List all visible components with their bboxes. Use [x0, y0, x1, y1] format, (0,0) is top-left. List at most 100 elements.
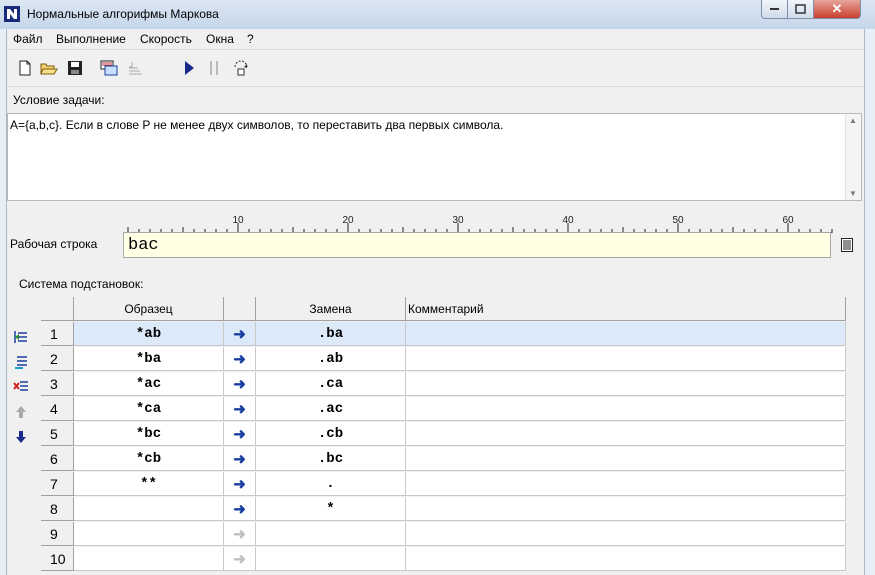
- pattern-cell[interactable]: *ac: [74, 372, 224, 396]
- header-comment[interactable]: Комментарий: [406, 297, 846, 321]
- pattern-cell[interactable]: *cb: [74, 447, 224, 471]
- maximize-button[interactable]: [787, 0, 814, 19]
- ruler-label: 40: [562, 215, 574, 226]
- arrow-cell[interactable]: ➜: [224, 472, 256, 496]
- row-number[interactable]: 1: [41, 322, 74, 346]
- scroll-down-icon[interactable]: ▼: [849, 189, 857, 198]
- pattern-cell[interactable]: **: [74, 472, 224, 496]
- move-down-button[interactable]: [11, 427, 31, 447]
- menu-file[interactable]: Файл: [13, 32, 43, 46]
- comment-cell[interactable]: [406, 397, 846, 421]
- replacement-cell[interactable]: *: [256, 497, 406, 521]
- table-row[interactable]: 8 ➜ *: [41, 497, 846, 522]
- header-replacement[interactable]: Замена: [256, 297, 406, 321]
- comment-cell[interactable]: [406, 322, 846, 346]
- menu-run[interactable]: Выполнение: [56, 32, 126, 46]
- step-icon[interactable]: [232, 59, 250, 77]
- menu-help[interactable]: ?: [247, 32, 254, 46]
- new-file-icon[interactable]: [16, 59, 34, 77]
- row-number[interactable]: 8: [41, 497, 74, 521]
- scroll-up-icon[interactable]: ▲: [849, 116, 857, 125]
- comment-cell[interactable]: [406, 372, 846, 396]
- comment-cell[interactable]: [406, 547, 846, 571]
- document-list-icon[interactable]: [841, 238, 853, 252]
- replacement-cell[interactable]: [256, 547, 406, 571]
- run-icon[interactable]: [180, 59, 198, 77]
- menu-speed[interactable]: Скорость: [140, 32, 192, 46]
- arrow-cell[interactable]: ➜: [224, 322, 256, 346]
- window-title: Нормальные алгорифмы Маркова: [27, 7, 219, 21]
- move-up-button[interactable]: [11, 402, 31, 422]
- comment-cell[interactable]: [406, 472, 846, 496]
- working-string-input[interactable]: bac: [123, 232, 831, 258]
- comment-cell[interactable]: [406, 497, 846, 521]
- arrow-cell[interactable]: ➜: [224, 422, 256, 446]
- replacement-cell[interactable]: .cb: [256, 422, 406, 446]
- pattern-cell[interactable]: [74, 522, 224, 546]
- arrow-cell[interactable]: ➜: [224, 497, 256, 521]
- table-header: Образец Замена Комментарий: [41, 297, 846, 322]
- replacement-cell[interactable]: .bc: [256, 447, 406, 471]
- delete-row-button[interactable]: [11, 377, 31, 397]
- pattern-cell[interactable]: *ab: [74, 322, 224, 346]
- pattern-cell[interactable]: *ca: [74, 397, 224, 421]
- replacement-cell[interactable]: .: [256, 472, 406, 496]
- condition-text[interactable]: A={a,b,c}. Если в слове P не менее двух …: [10, 118, 503, 132]
- row-number[interactable]: 4: [41, 397, 74, 421]
- row-number[interactable]: 9: [41, 522, 74, 546]
- minimize-button[interactable]: [761, 0, 788, 19]
- row-number[interactable]: 7: [41, 472, 74, 496]
- arrow-cell[interactable]: ➜: [224, 347, 256, 371]
- arrow-right-icon: ➜: [233, 500, 246, 518]
- replacement-cell[interactable]: .ab: [256, 347, 406, 371]
- table-row[interactable]: 4 *ca ➜ .ac: [41, 397, 846, 422]
- pause-icon[interactable]: [206, 59, 224, 77]
- condition-textarea[interactable]: A={a,b,c}. Если в слове P не менее двух …: [7, 113, 862, 201]
- replacement-cell[interactable]: .ca: [256, 372, 406, 396]
- arrow-right-icon: ➜: [233, 450, 246, 468]
- arrow-cell[interactable]: ➜: [224, 447, 256, 471]
- table-row[interactable]: 6 *cb ➜ .bc: [41, 447, 846, 472]
- replacement-cell[interactable]: .ac: [256, 397, 406, 421]
- save-icon[interactable]: [66, 59, 84, 77]
- arrow-cell[interactable]: ➜: [224, 397, 256, 421]
- close-button[interactable]: ✕: [813, 0, 861, 19]
- table-row[interactable]: 5 *bc ➜ .cb: [41, 422, 846, 447]
- table-row[interactable]: 7 ** ➜.: [41, 472, 846, 497]
- arrow-cell[interactable]: ➜: [224, 522, 256, 546]
- load-icon[interactable]: [100, 59, 118, 77]
- table-row[interactable]: 3 *ac ➜ .ca: [41, 372, 846, 397]
- arrow-cell[interactable]: ➜: [224, 547, 256, 571]
- row-number[interactable]: 10: [41, 547, 74, 571]
- comment-cell[interactable]: [406, 347, 846, 371]
- menu-windows[interactable]: Окна: [206, 32, 234, 46]
- row-number[interactable]: 2: [41, 347, 74, 371]
- append-row-icon: [15, 356, 27, 369]
- table-row[interactable]: 9 ➜: [41, 522, 846, 547]
- table-row[interactable]: 1 *ab ➜ .ba: [41, 322, 846, 347]
- comment-cell[interactable]: [406, 422, 846, 446]
- comment-cell[interactable]: [406, 447, 846, 471]
- condition-scrollbar[interactable]: ▲ ▼: [845, 114, 861, 200]
- pattern-cell[interactable]: *bc: [74, 422, 224, 446]
- table-row[interactable]: 10 ➜: [41, 547, 846, 572]
- export-icon[interactable]: [126, 59, 144, 77]
- open-folder-icon[interactable]: [40, 59, 58, 77]
- comment-cell[interactable]: [406, 522, 846, 546]
- row-number[interactable]: 6: [41, 447, 74, 471]
- row-number[interactable]: 5: [41, 422, 74, 446]
- title-bar: Нормальные алгорифмы Маркова ✕: [0, 0, 875, 29]
- arrow-right-icon: ➜: [233, 350, 246, 368]
- header-pattern[interactable]: Образец: [74, 297, 224, 321]
- insert-row-button[interactable]: [11, 327, 31, 347]
- pattern-cell[interactable]: *ba: [74, 347, 224, 371]
- table-row[interactable]: 2 *ba ➜ .ab: [41, 347, 846, 372]
- arrow-cell[interactable]: ➜: [224, 372, 256, 396]
- pattern-cell[interactable]: [74, 547, 224, 571]
- replacement-cell[interactable]: .ba: [256, 322, 406, 346]
- row-number[interactable]: 3: [41, 372, 74, 396]
- pattern-cell[interactable]: [74, 497, 224, 521]
- replacement-cell[interactable]: [256, 522, 406, 546]
- delete-row-icon: [13, 381, 28, 391]
- append-row-button[interactable]: [11, 352, 31, 372]
